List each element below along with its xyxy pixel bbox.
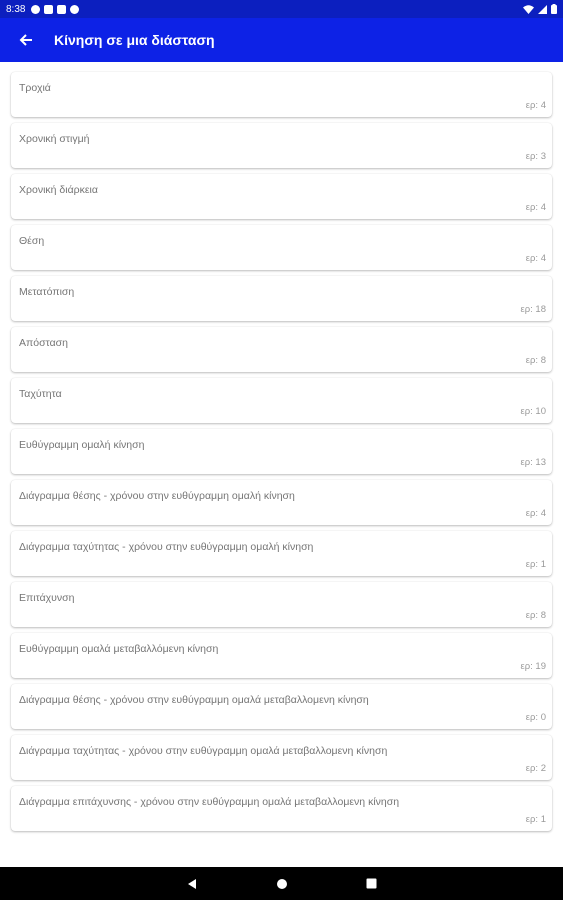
topic-card[interactable]: Ευθύγραμμη ομαλά μεταβαλλόμενη κίνηση ερ:… — [11, 633, 552, 678]
notification-icon — [31, 4, 41, 14]
topic-card[interactable]: Τροχιά ερ: 4 — [11, 72, 552, 117]
question-count: ερ: 19 — [520, 661, 547, 672]
topic-label: Ευθύγραμμη ομαλή κίνηση — [19, 439, 145, 451]
topic-card[interactable]: Διάγραμμα θέσης - χρόνου στην ευθύγραμμη… — [11, 480, 552, 525]
question-count: ερ: 4 — [525, 508, 546, 519]
question-count: ερ: 4 — [525, 202, 546, 213]
nav-back-icon[interactable] — [186, 878, 198, 890]
topic-card[interactable]: Ευθύγραμμη ομαλή κίνηση ερ: 13 — [11, 429, 552, 474]
topic-label: Διάγραμμα θέσης - χρόνου στην ευθύγραμμη… — [19, 490, 295, 502]
notification-icon — [44, 4, 54, 14]
topic-label: Θέση — [19, 235, 45, 247]
topic-card[interactable]: Μετατόπιση ερ: 18 — [11, 276, 552, 321]
topic-label: Διάγραμμα ταχύτητας - χρόνου στην ευθύγρ… — [19, 541, 314, 553]
question-count: ερ: 8 — [525, 610, 546, 621]
topic-label: Απόσταση — [19, 337, 68, 349]
question-count: ερ: 8 — [525, 355, 546, 366]
notification-icon — [57, 4, 67, 14]
question-count: ερ: 1 — [525, 559, 546, 570]
topic-card[interactable]: Διάγραμμα θέσης - χρόνου στην ευθύγραμμη… — [11, 684, 552, 729]
app-bar: Κίνηση σε μια διάσταση — [0, 18, 563, 62]
arrow-back-icon[interactable] — [16, 30, 36, 50]
topic-label: Χρονική στιγμή — [19, 133, 90, 145]
page-title: Κίνηση σε μια διάσταση — [54, 32, 215, 48]
signal-icon — [538, 4, 547, 14]
topic-label: Τροχιά — [19, 82, 51, 94]
wifi-icon — [523, 4, 534, 14]
battery-icon — [551, 4, 557, 14]
question-count: ερ: 4 — [525, 100, 546, 111]
topic-card[interactable]: Θέση ερ: 4 — [11, 225, 552, 270]
question-count: ερ: 0 — [525, 712, 546, 723]
status-bar: 8:38 — [0, 0, 563, 18]
nav-recents-icon[interactable] — [366, 878, 377, 889]
question-count: ερ: 4 — [525, 253, 546, 264]
topic-card[interactable]: Χρονική στιγμή ερ: 3 — [11, 123, 552, 168]
status-time: 8:38 — [6, 3, 26, 15]
topic-label: Διάγραμμα θέσης - χρόνου στην ευθύγραμμη… — [19, 694, 369, 706]
topic-card[interactable]: Ταχύτητα ερ: 10 — [11, 378, 552, 423]
navigation-bar — [0, 867, 563, 900]
status-icons — [523, 4, 557, 14]
topic-label: Διάγραμμα ταχύτητας - χρόνου στην ευθύγρ… — [19, 745, 388, 757]
question-count: ερ: 1 — [525, 814, 546, 825]
question-count: ερ: 10 — [520, 406, 547, 417]
topic-card[interactable]: Χρονική διάρκεια ερ: 4 — [11, 174, 552, 219]
topic-label: Διάγραμμα επιτάχυνσης - χρόνου στην ευθύ… — [19, 796, 400, 808]
question-count: ερ: 18 — [520, 304, 547, 315]
topic-card[interactable]: Απόσταση ερ: 8 — [11, 327, 552, 372]
notification-icon — [70, 4, 80, 14]
topic-label: Ταχύτητα — [19, 388, 62, 400]
topic-label: Χρονική διάρκεια — [19, 184, 98, 196]
question-count: ερ: 13 — [520, 457, 547, 468]
topic-card[interactable]: Διάγραμμα ταχύτητας - χρόνου στην ευθύγρ… — [11, 531, 552, 576]
topic-label: Επιτάχυνση — [19, 592, 75, 604]
topic-label: Μετατόπιση — [19, 286, 75, 298]
nav-home-icon[interactable] — [276, 878, 288, 890]
topic-list: Τροχιά ερ: 4 Χρονική στιγμή ερ: 3 Χρονική δι… — [11, 72, 552, 837]
topic-card[interactable]: Διάγραμμα ταχύτητας - χρόνου στην ευθύγρ… — [11, 735, 552, 780]
topic-card[interactable]: Επιτάχυνση ερ: 8 — [11, 582, 552, 627]
question-count: ερ: 2 — [525, 763, 546, 774]
question-count: ερ: 3 — [525, 151, 546, 162]
topic-card[interactable]: Διάγραμμα επιτάχυνσης - χρόνου στην ευθύ… — [11, 786, 552, 831]
topic-label: Ευθύγραμμη ομαλά μεταβαλλόμενη κίνηση — [19, 643, 219, 655]
